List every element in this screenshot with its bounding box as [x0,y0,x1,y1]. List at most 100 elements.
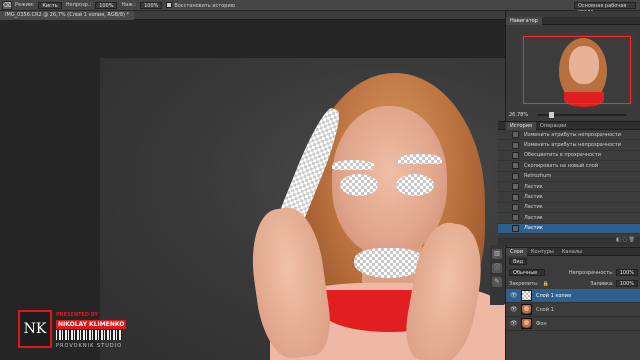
history-item-label: Ластик [524,225,543,232]
visibility-eye-icon[interactable]: 👁 [510,292,518,299]
erased-area-mouth [354,248,424,278]
document-tab-bar: IMG_0356.CR2 @ 26,7% (Слой 1 копия, RGB/… [0,11,505,20]
restore-history-label: Восстановить историю [174,2,235,9]
history-item[interactable]: Изменить атрибуты непрозрачности [498,130,640,141]
blend-row: Обычные Непрозрачность: 100% [506,267,640,278]
zoom-value[interactable]: 26,78% [509,112,531,118]
checkbox-icon [166,1,173,8]
tab-history[interactable]: История [506,121,536,130]
flow-label: Наж.: [121,2,137,8]
eraser-icon[interactable]: ⌫ [2,0,12,10]
layer-row[interactable]: 👁 Слой 1 [506,303,640,317]
document-canvas[interactable] [100,58,505,360]
history-item-label: Ластик [524,214,543,221]
tab-navigator[interactable]: Навигатор [506,16,542,25]
opacity-label: Непрозр.: [65,2,92,8]
fill-input[interactable]: 100% [615,280,638,287]
erased-area-brow-left [332,160,374,170]
flow-input[interactable]: 100% [140,1,163,9]
history-item[interactable]: Ластик [498,203,640,214]
tab-actions[interactable]: Операции [536,122,570,130]
logo-monogram: NK [18,310,52,348]
history-item[interactable]: Ластик [498,223,640,234]
erased-area-eye-left [340,174,378,196]
history-item-label: Ластик [524,204,543,211]
layer-thumbnail [521,290,532,301]
history-state-icon [512,183,519,191]
history-state-icon [512,193,519,201]
info-icon[interactable]: ⓘ [492,263,502,273]
history-item-label: Retrozhurn [524,173,552,180]
history-item-label: Изменить атрибуты непрозрачности [524,142,622,149]
layer-name[interactable]: Фон [536,321,547,327]
canvas-area[interactable]: NK PRESENTED BY NIKOLAY KLIMENKO PROVOKN… [0,20,505,360]
history-panel: История Операции Изменить атрибуты непро… [498,121,640,246]
layer-row[interactable]: 👁 Фон [506,317,640,331]
trash-icon[interactable]: 🗑 [629,237,635,243]
history-item[interactable]: Ластик [498,213,640,224]
history-item-label: Ластик [524,183,543,190]
workspace-select[interactable]: Основная рабочая среда [574,2,636,15]
opacity-input[interactable]: 100% [95,1,118,9]
visibility-eye-icon[interactable]: 👁 [510,306,518,313]
layer-thumbnail [521,304,532,315]
layer-row[interactable]: 👁 Слой 1 копия [506,289,640,303]
watermark-logo: NK PRESENTED BY NIKOLAY KLIMENKO PROVOKN… [18,310,127,360]
visibility-eye-icon[interactable]: 👁 [510,320,518,327]
layer-list: 👁 Слой 1 копия 👁 Слой 1 👁 Фон [506,289,640,331]
layer-filter-row: Вид [506,256,640,267]
logo-studio: PROVOKNIK STUDIO [56,343,123,349]
fill-label: Заливка: [590,280,614,287]
erased-area-brow-right [398,154,442,164]
panel-dock: ▥ ⓘ ✎ [490,245,504,305]
tab-layers[interactable]: Слои [506,247,527,256]
history-item-label: Скопировать на новый слой [524,162,599,169]
history-item[interactable]: Скопировать на новый слой [498,161,640,172]
history-item[interactable]: Ластик [498,192,640,203]
history-item-label: Обесцветить в прозрачности [524,152,602,159]
logo-tagline: PRESENTED BY [56,312,99,318]
layer-name[interactable]: Слой 1 копия [536,293,571,299]
layer-thumbnail [521,318,532,329]
history-item-label: Ластик [524,194,543,201]
mode-label: Режим: [15,2,35,8]
brush-preset-icon[interactable]: ✎ [492,277,502,287]
history-state-icon [512,141,519,149]
options-bar: ⌫ Режим: Кисть Непрозр.: 100% Наж.: 100%… [0,0,640,15]
document-tab[interactable]: IMG_0356.CR2 @ 26,7% (Слой 1 копия, RGB/… [0,11,135,20]
navigator-zoom-bar: 26,78% [506,110,640,119]
history-state-icon [512,224,519,232]
history-header: История Операции [498,121,640,130]
layer-filter-select[interactable]: Вид [509,258,528,265]
restore-history-checkbox[interactable]: Восстановить историю [166,1,235,9]
navigator-header: Навигатор [506,16,640,25]
zoom-slider[interactable] [537,111,627,118]
erased-area-eye-right [396,174,434,196]
history-item-label: Изменить атрибуты непрозрачности [524,131,622,138]
tab-channels[interactable]: Каналы [558,248,586,256]
navigator-view-frame[interactable] [523,36,631,104]
history-footer: ◧ ▢ 🗑 [498,237,640,246]
history-item[interactable]: Ластик [498,182,640,193]
layers-header: Слои Контуры Каналы [506,247,640,256]
tab-paths[interactable]: Контуры [527,248,558,256]
history-item[interactable]: Изменить атрибуты непрозрачности [498,140,640,151]
history-list: Изменить атрибуты непрозрачности Изменить… [498,130,640,234]
histogram-icon[interactable]: ▥ [492,249,502,259]
opacity-label: Непрозрачность: [568,269,614,276]
zoom-slider-knob[interactable] [549,111,554,118]
new-document-icon[interactable]: ▢ [622,237,627,243]
blend-mode-select[interactable]: Обычные [509,269,545,276]
history-state-icon [512,214,519,222]
history-state-icon [512,162,519,170]
history-item[interactable]: Retrozhurn [498,172,640,182]
lock-label: Закрепить: [509,280,539,287]
lock-icon[interactable]: 🔒 [543,281,549,287]
new-snapshot-icon[interactable]: ◧ [616,237,621,243]
layer-name[interactable]: Слой 1 [536,307,554,313]
barcode-icon [56,330,122,340]
mode-select[interactable]: Кисть [38,1,62,9]
history-item[interactable]: Обесцветить в прозрачности [498,151,640,162]
layer-opacity-input[interactable]: 100% [615,269,638,276]
right-panels: Навигатор 26,78% История Операции Измени… [498,11,640,360]
